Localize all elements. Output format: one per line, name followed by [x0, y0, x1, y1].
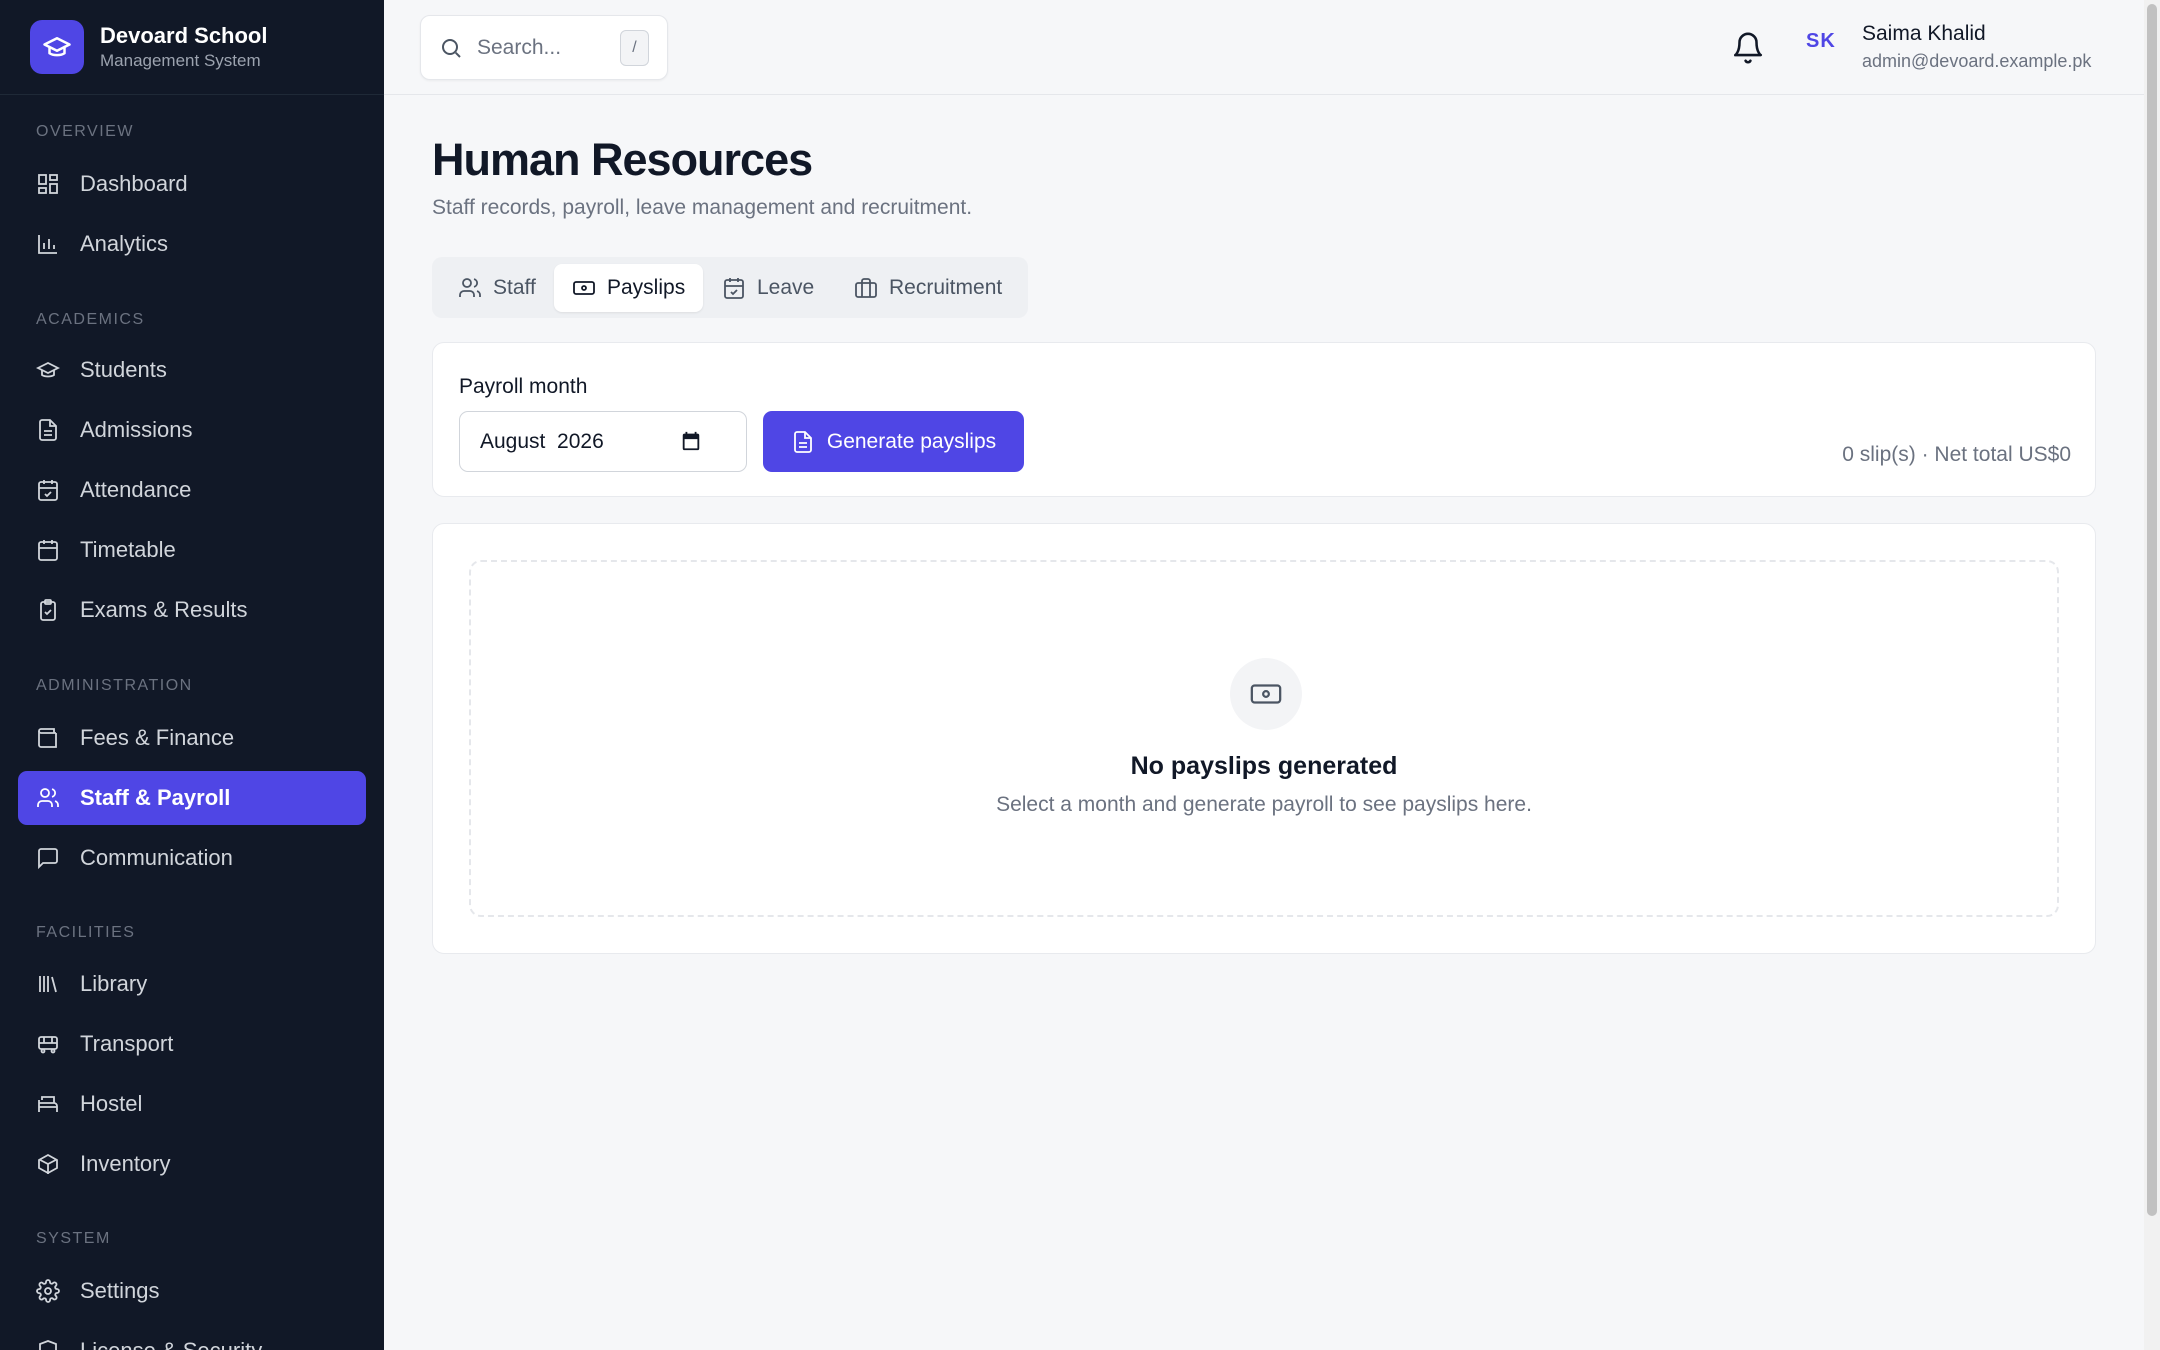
sidebar-item-staff-payroll[interactable]: Staff & Payroll: [18, 771, 366, 825]
sidebar: Devoard School Management System Overvie…: [0, 0, 384, 1350]
tab-payslips[interactable]: Payslips: [554, 264, 704, 312]
payroll-month-input[interactable]: August 2026: [459, 411, 747, 472]
page-subtitle: Staff records, payroll, leave management…: [432, 196, 973, 219]
sidebar-item-label: Settings: [80, 1278, 160, 1303]
sidebar-item-admissions[interactable]: Admissions: [18, 403, 366, 457]
tab-bar: Staff Payslips Leave Recruitment: [432, 257, 1028, 318]
bar-chart-icon: [38, 235, 57, 254]
sidebar-item-timetable[interactable]: Timetable: [18, 523, 366, 577]
search-placeholder: Search...: [477, 35, 562, 59]
sidebar-item-license-security[interactable]: License & Security: [18, 1324, 366, 1350]
payslips-card: No payslips generated Select a month and…: [432, 523, 2096, 954]
sidebar-item-dashboard[interactable]: Dashboard: [18, 157, 366, 211]
sidebar-item-label: Fees & Finance: [80, 725, 235, 750]
payroll-controls-card: Payroll month August 2026 Generate paysl…: [432, 342, 2096, 497]
sidebar-item-label: License & Security: [80, 1338, 262, 1350]
bus-icon: [38, 1036, 58, 1054]
empty-state: No payslips generated Select a month and…: [469, 560, 2059, 917]
empty-state-title: No payslips generated: [1130, 752, 1398, 780]
sidebar-item-label: Exams & Results: [80, 597, 248, 622]
generate-payslips-label: Generate payslips: [826, 429, 997, 453]
payroll-month-label: Payroll month: [459, 375, 588, 398]
sidebar-item-inventory[interactable]: Inventory: [18, 1137, 366, 1191]
sidebar-item-hostel[interactable]: Hostel: [18, 1077, 366, 1131]
tab-recruitment[interactable]: Recruitment: [836, 264, 1020, 312]
sidebar-item-label: Hostel: [80, 1091, 143, 1116]
scrollbar-thumb[interactable]: [2147, 4, 2157, 1216]
users-icon: [37, 788, 59, 807]
message-icon: [38, 848, 58, 870]
empty-state-message: Select a month and generate payroll to s…: [996, 793, 1532, 816]
sidebar-item-label: Library: [80, 971, 148, 996]
wallet-icon: [38, 728, 57, 748]
sidebar-item-label: Staff & Payroll: [80, 785, 231, 810]
payroll-month-value: August 2026: [480, 429, 604, 453]
tab-label: Staff: [493, 276, 536, 299]
sidebar-item-communication[interactable]: Communication: [18, 831, 366, 885]
users-icon: [459, 278, 481, 297]
section-title-system: System: [36, 1230, 111, 1247]
sidebar-item-students[interactable]: Students: [18, 343, 366, 397]
search-shortcut-badge: /: [620, 30, 649, 66]
search-icon: [442, 38, 461, 58]
sidebar-item-attendance[interactable]: Attendance: [18, 463, 366, 517]
tab-leave[interactable]: Leave: [704, 264, 832, 312]
graduation-cap-icon: [36, 361, 60, 378]
document-icon: [39, 419, 57, 441]
generate-payslips-button[interactable]: Generate payslips: [763, 411, 1024, 472]
calendar-check-icon: [38, 480, 58, 501]
sidebar-item-label: Admissions: [80, 417, 193, 442]
briefcase-icon: [855, 278, 877, 298]
sidebar-item-label: Inventory: [80, 1151, 171, 1176]
sidebar-item-label: Analytics: [80, 231, 169, 256]
calendar-icon[interactable]: [680, 430, 702, 452]
sidebar-item-library[interactable]: Library: [18, 957, 366, 1011]
brand-name: Devoard School: [100, 23, 268, 48]
graduation-cap-icon: [30, 20, 84, 74]
tab-label: Recruitment: [889, 276, 1003, 299]
sidebar-item-label: Communication: [80, 845, 233, 870]
sidebar-item-label: Transport: [80, 1031, 174, 1056]
tab-label: Leave: [757, 276, 815, 299]
scrollbar[interactable]: [2144, 0, 2160, 1350]
section-title-administration: Administration: [36, 677, 193, 694]
brand[interactable]: Devoard School Management System: [0, 0, 384, 95]
page-title: Human Resources: [432, 134, 813, 185]
clipboard-check-icon: [40, 599, 56, 621]
document-icon: [793, 430, 812, 453]
sidebar-item-transport[interactable]: Transport: [18, 1017, 366, 1071]
tab-staff[interactable]: Staff: [440, 264, 554, 312]
banknote-icon: [1230, 658, 1302, 730]
calendar-check-icon: [724, 278, 744, 299]
sidebar-item-label: Students: [80, 357, 167, 382]
brand-subtitle: Management System: [100, 51, 261, 70]
shield-icon: [39, 1340, 57, 1350]
bell-icon[interactable]: [1731, 31, 1765, 65]
sidebar-item-analytics[interactable]: Analytics: [18, 217, 366, 271]
sidebar-item-label: Dashboard: [80, 171, 188, 196]
banknote-icon: [573, 281, 595, 295]
payroll-summary: 0 slip(s) · Net total US$0: [1842, 443, 2071, 466]
sidebar-item-label: Attendance: [80, 477, 192, 502]
sidebar-item-fees-finance[interactable]: Fees & Finance: [18, 711, 366, 765]
gear-icon: [36, 1279, 60, 1303]
sidebar-item-label: Timetable: [80, 537, 176, 562]
section-title-facilities: Facilities: [36, 924, 136, 941]
dashboard-icon: [38, 174, 58, 194]
top-bar: Search... / SK Saima Khalid admin@devoar…: [384, 0, 2144, 95]
search-input[interactable]: Search... /: [420, 15, 668, 80]
bed-icon: [38, 1096, 58, 1112]
section-title-overview: Overview: [36, 123, 134, 140]
avatar[interactable]: SK: [1806, 30, 1836, 53]
sidebar-item-settings[interactable]: Settings: [18, 1264, 366, 1318]
calendar-icon: [38, 540, 58, 561]
package-icon: [38, 1153, 58, 1175]
sidebar-item-exams-results[interactable]: Exams & Results: [18, 583, 366, 637]
library-icon: [39, 976, 57, 993]
tab-label: Payslips: [607, 276, 686, 299]
user-name[interactable]: Saima Khalid: [1862, 22, 1986, 46]
section-title-academics: Academics: [36, 311, 145, 328]
user-email: admin@devoard.example.pk: [1862, 51, 2092, 71]
